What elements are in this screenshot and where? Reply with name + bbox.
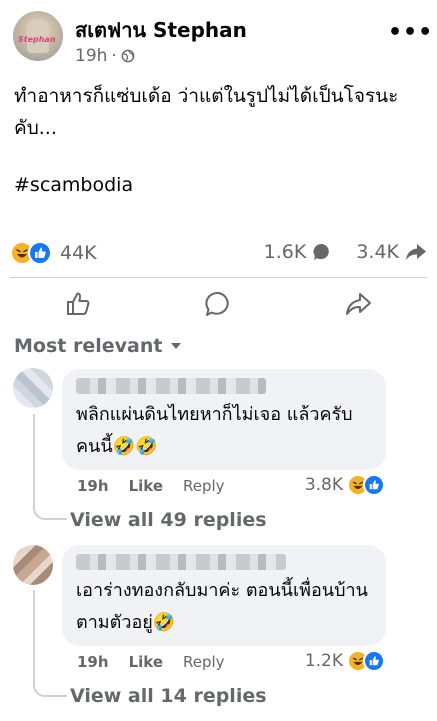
- share-button[interactable]: [344, 290, 372, 318]
- commenter-avatar[interactable]: [13, 545, 53, 585]
- comment-reply-button[interactable]: Reply: [183, 477, 225, 495]
- reaction-summary[interactable]: 44K: [10, 241, 97, 265]
- like-icon: [363, 650, 385, 672]
- caret-down-icon: [171, 343, 182, 349]
- view-replies-link[interactable]: View all 49 replies: [70, 509, 267, 531]
- comment-button[interactable]: [204, 290, 232, 318]
- sort-label: Most relevant: [14, 335, 163, 357]
- reaction-count: 44K: [60, 242, 97, 264]
- comment-like-button[interactable]: Like: [129, 477, 163, 495]
- sort-dropdown[interactable]: Most relevant: [14, 335, 182, 357]
- share-count[interactable]: 3.4K: [356, 241, 399, 263]
- engagement-counts: 1.6K 3.4K: [264, 241, 427, 263]
- comment-time[interactable]: 19h: [77, 653, 109, 671]
- comment-actions: 19h Like Reply: [77, 653, 225, 671]
- comment-count[interactable]: 1.6K: [264, 241, 307, 263]
- comment-reactions[interactable]: 1.2K: [305, 650, 385, 672]
- post-time[interactable]: 19h: [75, 46, 107, 66]
- avatar-caption: Stephan: [18, 35, 56, 44]
- like-icon: [363, 474, 385, 496]
- comment-text: พลิกแผ่นดินไทยหาก็ไม่เจอ แล้วครับคนนี้🤣🤣: [76, 404, 353, 457]
- commenter-name[interactable]: [76, 378, 266, 394]
- globe-icon: [121, 49, 135, 63]
- comment-reaction-count: 1.2K: [304, 651, 343, 671]
- like-icon: [28, 241, 52, 265]
- post-text: ทำอาหารก็แซ่บเด้อ ว่าแต่ในรูปไม่ได้เป็นโ…: [14, 85, 399, 139]
- author-avatar[interactable]: Stephan: [13, 11, 63, 61]
- more-icon[interactable]: •••: [388, 22, 433, 44]
- post-hashtag[interactable]: #scambodia: [14, 174, 133, 196]
- share-count-icon: [406, 244, 426, 260]
- comment-reply-button[interactable]: Reply: [183, 653, 225, 671]
- commenter-avatar[interactable]: [13, 368, 53, 408]
- comment-reaction-count: 3.8K: [304, 475, 343, 495]
- like-button[interactable]: [64, 290, 92, 318]
- comment-count-icon: [313, 243, 330, 260]
- comment-time[interactable]: 19h: [77, 477, 109, 495]
- comment-like-button[interactable]: Like: [129, 653, 163, 671]
- comment-bubble: พลิกแผ่นดินไทยหาก็ไม่เจอ แล้วครับคนนี้🤣🤣: [62, 369, 386, 470]
- commenter-name[interactable]: [76, 554, 286, 570]
- divider: [10, 277, 427, 278]
- comment-bubble: เอาร่างทองกลับมาค่ะ ตอนนี้เพื่อนบ้านตามต…: [62, 545, 386, 646]
- comment-reactions[interactable]: 3.8K: [305, 474, 385, 496]
- view-replies-link[interactable]: View all 14 replies: [70, 685, 267, 707]
- comment-actions: 19h Like Reply: [77, 477, 225, 495]
- meta-separator: ·: [111, 46, 117, 66]
- author-name[interactable]: สเตฟาน Stephan: [75, 14, 247, 46]
- comment-text: เอาร่างทองกลับมาค่ะ ตอนนี้เพื่อนบ้านตามต…: [76, 580, 368, 633]
- post-meta: 19h ·: [75, 46, 135, 66]
